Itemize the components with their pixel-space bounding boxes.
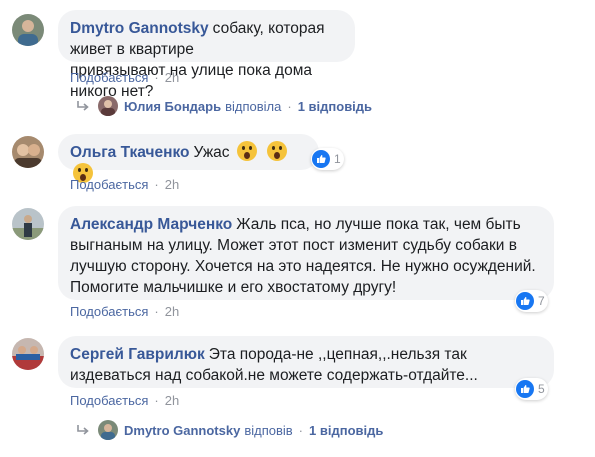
separator: · bbox=[154, 393, 159, 408]
separator: · bbox=[287, 98, 292, 114]
separator: · bbox=[154, 177, 159, 192]
scream-emoji-icon bbox=[267, 141, 288, 161]
timestamp[interactable]: 2h bbox=[165, 304, 179, 319]
separator: · bbox=[154, 70, 159, 85]
reply-count[interactable]: 1 відповідь bbox=[298, 99, 372, 114]
like-link[interactable]: Подобається bbox=[70, 177, 148, 192]
like-link[interactable]: Подобається bbox=[70, 70, 148, 85]
reply-count[interactable]: 1 відповідь bbox=[309, 423, 383, 438]
reaction-count[interactable]: 5 bbox=[515, 378, 548, 400]
like-link[interactable]: Подобається bbox=[70, 393, 148, 408]
comment-bubble: Ольга Ткаченко Ужас bbox=[58, 134, 319, 183]
avatar[interactable] bbox=[12, 208, 44, 240]
reaction-count[interactable]: 1 bbox=[311, 148, 344, 170]
comment-actions: Подобається · 2h bbox=[70, 304, 179, 319]
separator: · bbox=[298, 422, 304, 438]
reply-verb: відповіла bbox=[225, 98, 282, 114]
reaction-number: 7 bbox=[538, 294, 545, 308]
comment-text-line: Жаль пса, но лучше пока так, чем быть bbox=[236, 216, 521, 233]
comment-bubble: Александр Марченко Жаль пса, но лучше пок… bbox=[58, 206, 554, 300]
reaction-number: 5 bbox=[538, 382, 545, 396]
comment-actions: Подобається · 2h bbox=[70, 177, 179, 192]
comment-text-line: лучшую сторону. Хочется на это надеятся.… bbox=[70, 258, 536, 275]
comment-author[interactable]: Ольга Ткаченко bbox=[70, 144, 189, 161]
reply-arrow-icon bbox=[77, 425, 89, 435]
timestamp[interactable]: 2h bbox=[165, 70, 179, 85]
replies-link[interactable]: Юлия Бондарь відповіла · 1 відповідь bbox=[76, 96, 372, 116]
comment-author[interactable]: Сергей Гаврилюк bbox=[70, 346, 205, 363]
reaction-number: 1 bbox=[334, 152, 341, 166]
avatar[interactable] bbox=[12, 14, 44, 46]
avatar[interactable] bbox=[12, 338, 44, 370]
reply-author[interactable]: Dmytro Gannotsky bbox=[124, 423, 240, 438]
avatar[interactable] bbox=[12, 136, 44, 168]
comment-text-line: Помогите мальчишке и его хвостатому друг… bbox=[70, 279, 397, 296]
thumbs-up-icon bbox=[312, 150, 330, 168]
avatar bbox=[98, 420, 118, 440]
comment-text-line: Эта порода-не ,,цепная,,.нельзя так bbox=[208, 346, 467, 363]
comment-bubble: Dmytro Gannotsky собаку, которая живет в … bbox=[58, 10, 355, 100]
avatar bbox=[98, 96, 118, 116]
reply-author[interactable]: Юлия Бондарь bbox=[124, 99, 221, 114]
comment-bubble: Сергей Гаврилюк Эта порода-не ,,цепная,,.… bbox=[58, 336, 554, 388]
comment-author[interactable]: Dmytro Gannotsky bbox=[70, 20, 209, 37]
thumbs-up-icon bbox=[516, 380, 534, 398]
thumbs-up-icon bbox=[516, 292, 534, 310]
like-link[interactable]: Подобається bbox=[70, 304, 148, 319]
comment-actions: Подобається · 2h bbox=[70, 393, 179, 408]
reply-verb: відповів bbox=[244, 422, 293, 438]
timestamp[interactable]: 2h bbox=[165, 393, 179, 408]
comment-text: Ужас bbox=[193, 144, 230, 161]
reaction-count[interactable]: 7 bbox=[515, 290, 548, 312]
scream-emoji-icon bbox=[236, 141, 257, 161]
separator: · bbox=[154, 304, 159, 319]
comment-actions: Подобається · 2h bbox=[70, 70, 179, 85]
timestamp[interactable]: 2h bbox=[165, 177, 179, 192]
comment-text-line: выгнаным на улицу. Может этот пост измен… bbox=[70, 237, 517, 254]
comment-text-line: издеваться над собакой.не можете содержа… bbox=[70, 367, 478, 384]
reply-arrow-icon bbox=[77, 101, 89, 111]
comment-author[interactable]: Александр Марченко bbox=[70, 216, 232, 233]
replies-link[interactable]: Dmytro Gannotsky відповів · 1 відповідь bbox=[76, 420, 383, 440]
